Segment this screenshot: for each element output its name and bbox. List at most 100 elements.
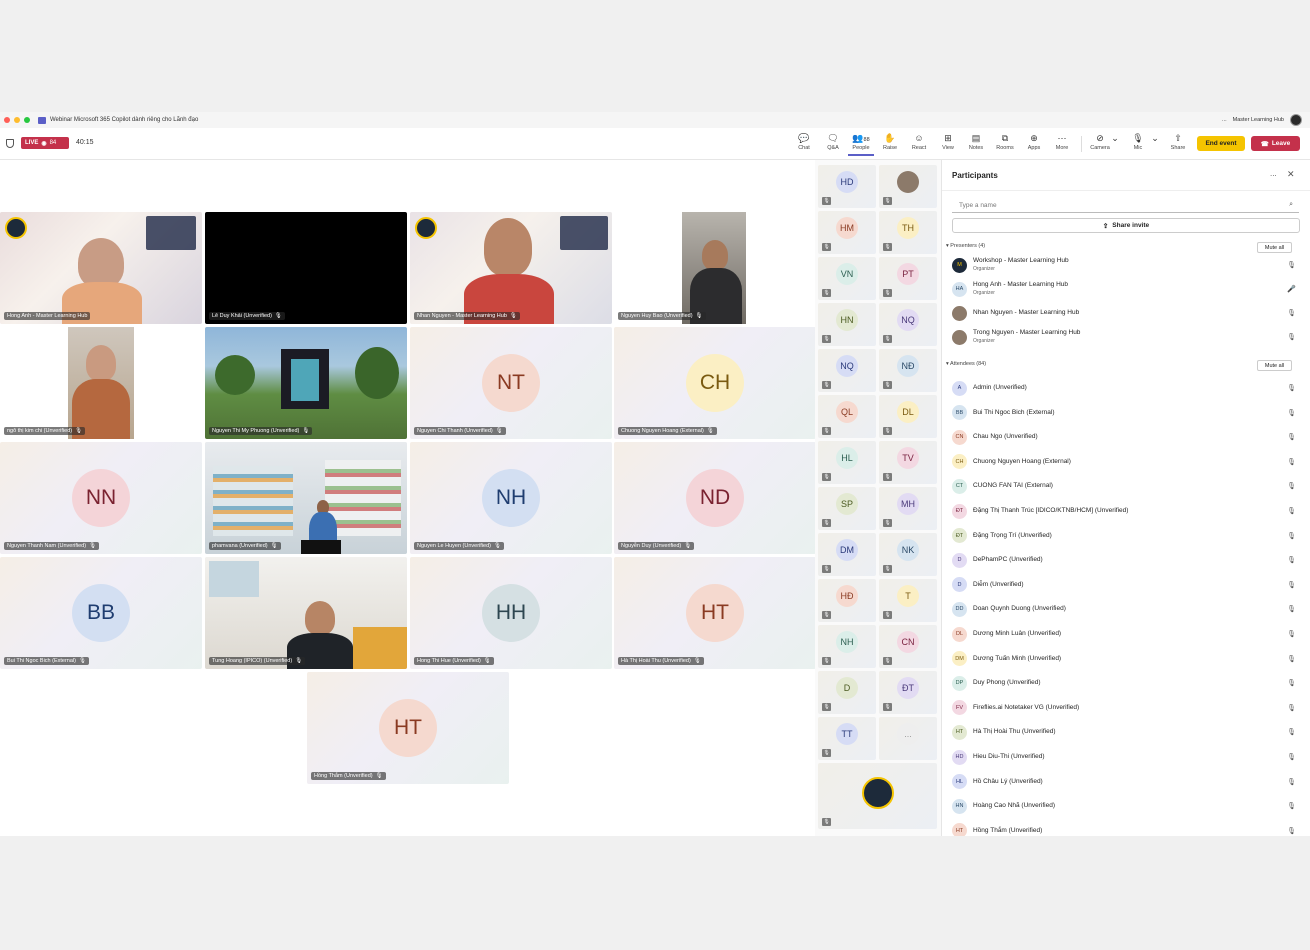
attendee-row[interactable]: DD Doan Quynh Duong (Unverified) 🎙: [952, 599, 1302, 619]
video-tile[interactable]: Tung Hoang (IPICO) (Unverified) 🎙: [205, 557, 407, 669]
mic-off-icon[interactable]: 🎙: [1287, 581, 1296, 589]
attendee-row[interactable]: FV Fireflies.ai Notetaker VG (Unverified)…: [952, 698, 1302, 718]
mic-off-icon[interactable]: 🎙: [1287, 802, 1296, 810]
more-button[interactable]: ⋯ More: [1049, 132, 1075, 156]
attendee-row[interactable]: HT Hồng Thắm (Unverified) 🎙: [952, 821, 1302, 836]
mic-button[interactable]: 🎙 Mic: [1125, 132, 1151, 156]
presenter-row[interactable]: HA Hong Anh - Master Learning Hub Organize…: [952, 279, 1302, 299]
mic-off-icon[interactable]: 🎙: [1287, 482, 1296, 490]
attendee-row[interactable]: DP Duy Phong (Unverified) 🎙: [952, 673, 1302, 693]
share-invite-button[interactable]: ⇪ Share invite: [952, 218, 1300, 233]
side-video-tile[interactable]: T 🎙: [879, 579, 937, 622]
attendee-row[interactable]: HT Hà Thị Hoài Thu (Unverified) 🎙: [952, 722, 1302, 742]
video-tile[interactable]: BB Bui Thi Ngoc Bich (External) 🎙: [0, 557, 202, 669]
react-button[interactable]: ☺ React: [906, 132, 932, 156]
side-video-tile[interactable]: HM 🎙: [818, 211, 876, 254]
side-video-tile[interactable]: NQ 🎙: [879, 303, 937, 346]
mic-off-icon[interactable]: 🎙: [1287, 409, 1296, 417]
side-video-tile[interactable]: VN 🎙: [818, 257, 876, 300]
mic-off-icon[interactable]: 🎙: [1287, 778, 1296, 786]
close-window-button[interactable]: [4, 117, 10, 123]
side-video-tile[interactable]: 🎙: [879, 165, 937, 208]
camera-options-chevron[interactable]: ⌄: [1110, 132, 1120, 156]
side-video-tile[interactable]: CN 🎙: [879, 625, 937, 668]
close-icon[interactable]: ✕: [1287, 169, 1295, 180]
video-tile[interactable]: Hong Anh - Master Learning Hub: [0, 212, 202, 324]
attendee-row[interactable]: D DePhamPC (Unverified) 🎙: [952, 550, 1302, 570]
presenter-row[interactable]: Trong Nguyen - Master Learning Hub Organi…: [952, 327, 1302, 347]
qa-button[interactable]: 🗨 Q&A: [820, 132, 846, 156]
rooms-button[interactable]: ⧉ Rooms: [992, 132, 1018, 156]
side-video-tile[interactable]: QL 🎙: [818, 395, 876, 438]
video-tile[interactable]: Nguyen Thi My Phuong (Unverified) 🎙: [205, 327, 407, 439]
side-video-tile[interactable]: PT 🎙: [879, 257, 937, 300]
mic-off-icon[interactable]: 🎙: [1287, 507, 1296, 515]
video-tile[interactable]: ND Nguyễn Duy (Unverified) 🎙: [614, 442, 816, 554]
maximize-window-button[interactable]: [24, 117, 30, 123]
panel-more-button[interactable]: ...: [1270, 169, 1277, 178]
attendee-row[interactable]: DM Dương Tuấn Minh (Unverified) 🎙: [952, 649, 1302, 669]
video-tile[interactable]: Lê Duy Khải (Unverified) 🎙: [205, 212, 407, 324]
presenter-row[interactable]: M Workshop - Master Learning Hub Organizer…: [952, 255, 1302, 275]
mute-all-presenters-button[interactable]: Mute all: [1257, 242, 1292, 253]
mic-off-icon[interactable]: 🎙: [1287, 630, 1296, 638]
mic-off-icon[interactable]: 🎙: [1287, 433, 1296, 441]
presenter-row[interactable]: Nhan Nguyen - Master Learning Hub 🎙: [952, 303, 1302, 323]
attendee-row[interactable]: ĐT Đặng Thị Thanh Trúc [IDICO/KTNB/HCM] (…: [952, 501, 1302, 521]
mic-off-icon[interactable]: 🎙: [1287, 333, 1296, 341]
attendee-row[interactable]: A Admin (Unverified) 🎙: [952, 378, 1302, 398]
attendee-row[interactable]: DL Dương Minh Luân (Unverified) 🎙: [952, 624, 1302, 644]
video-tile[interactable]: CH Chuong Nguyen Hoang (External) 🎙: [614, 327, 816, 439]
video-tile[interactable]: HT Hà Thị Hoài Thu (Unverified) 🎙: [614, 557, 816, 669]
side-video-tile[interactable]: TT 🎙: [818, 717, 876, 760]
shield-icon[interactable]: [6, 139, 14, 148]
side-video-tile[interactable]: SP 🎙: [818, 487, 876, 530]
video-tile[interactable]: Nhan Nguyen - Master Learning Hub 🎙: [410, 212, 612, 324]
mic-off-icon[interactable]: 🎙: [1287, 753, 1296, 761]
mic-off-icon[interactable]: 🎙: [1287, 679, 1296, 687]
title-more-button[interactable]: ...: [1222, 117, 1227, 123]
organizer-tile[interactable]: 🎙: [818, 763, 937, 829]
search-input[interactable]: Type a name ⌕: [952, 199, 1299, 213]
video-tile[interactable]: ngô thị kim chi (Unverified) 🎙: [0, 327, 202, 439]
side-video-tile[interactable]: DL 🎙: [879, 395, 937, 438]
attendee-row[interactable]: BB Bui Thi Ngoc Bich (External) 🎙: [952, 403, 1302, 423]
attendee-row[interactable]: HN Hoàng Cao Nhã (Unverified) 🎙: [952, 796, 1302, 816]
video-tile[interactable]: NT Nguyen Chi Thanh (Unverified) 🎙: [410, 327, 612, 439]
side-video-tile[interactable]: NĐ 🎙: [879, 349, 937, 392]
side-video-tile[interactable]: TV 🎙: [879, 441, 937, 484]
org-avatar[interactable]: [1290, 114, 1302, 126]
mic-icon[interactable]: 🎤: [1287, 285, 1296, 293]
side-video-tile[interactable]: DM 🎙: [818, 533, 876, 576]
video-tile[interactable]: HT Hồng Thắm (Unverified) 🎙: [307, 672, 509, 784]
share-button[interactable]: ⇧ Share: [1165, 132, 1191, 156]
mic-off-icon[interactable]: 🎙: [1287, 458, 1296, 466]
mic-off-icon[interactable]: 🎙: [1287, 605, 1296, 613]
side-video-tile[interactable]: ĐT 🎙: [879, 671, 937, 714]
side-video-tile[interactable]: HL 🎙: [818, 441, 876, 484]
mic-off-icon[interactable]: 🎙: [1287, 309, 1296, 317]
attendees-header[interactable]: ▾ Attendees (84): [946, 361, 986, 367]
mic-off-icon[interactable]: 🎙: [1287, 655, 1296, 663]
video-tile[interactable]: NN Nguyen Thanh Nam (Unverified) 🎙: [0, 442, 202, 554]
mic-off-icon[interactable]: 🎙: [1287, 384, 1296, 392]
side-video-tile[interactable]: NH 🎙: [818, 625, 876, 668]
minimize-window-button[interactable]: [14, 117, 20, 123]
apps-button[interactable]: ⊕ Apps: [1021, 132, 1047, 156]
video-tile[interactable]: Nguyen Huy Bao (Unverified) 🎙: [614, 212, 816, 324]
side-video-tile[interactable]: ...: [879, 717, 937, 760]
mic-off-icon[interactable]: 🎙: [1287, 532, 1296, 540]
side-video-tile[interactable]: HD 🎙: [818, 165, 876, 208]
side-video-tile[interactable]: NK 🎙: [879, 533, 937, 576]
attendee-row[interactable]: CN Chau Ngo (Unverified) 🎙: [952, 427, 1302, 447]
side-video-tile[interactable]: MH 🎙: [879, 487, 937, 530]
leave-button[interactable]: ☎ Leave: [1251, 136, 1300, 151]
attendee-row[interactable]: ĐT Đặng Trọng Trí (Unverified) 🎙: [952, 526, 1302, 546]
attendee-row[interactable]: CH Chuong Nguyen Hoang (External) 🎙: [952, 452, 1302, 472]
mic-off-icon[interactable]: 🎙: [1287, 261, 1296, 269]
mic-off-icon[interactable]: 🎙: [1287, 827, 1296, 835]
attendee-row[interactable]: D Diễm (Unverified) 🎙: [952, 575, 1302, 595]
video-tile[interactable]: phamvana (Unverified) 🎙: [205, 442, 407, 554]
presenters-header[interactable]: ▾ Presenters (4): [946, 243, 985, 249]
video-tile[interactable]: NH Nguyen Le Huyen (Unverified) 🎙: [410, 442, 612, 554]
